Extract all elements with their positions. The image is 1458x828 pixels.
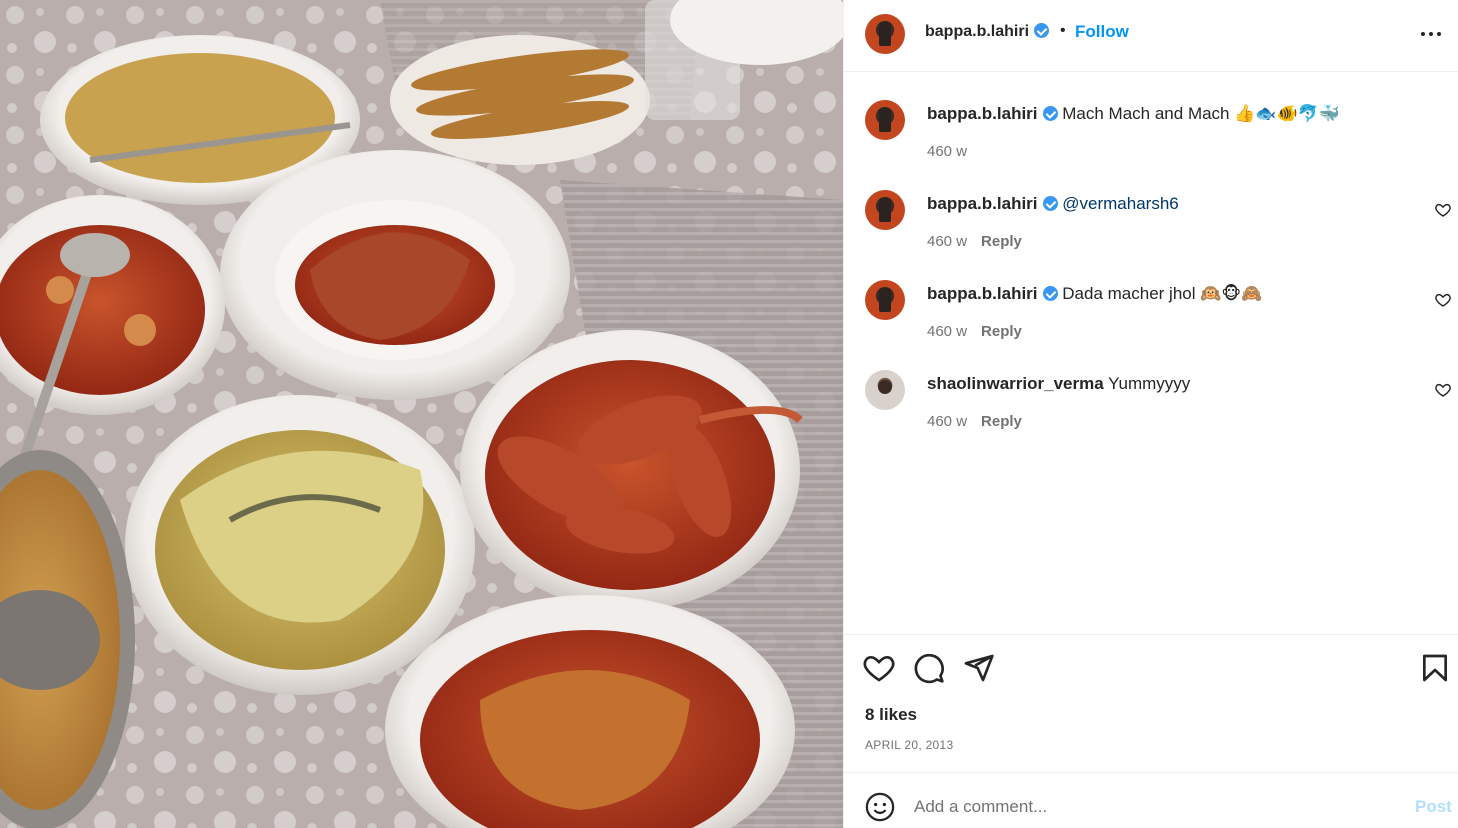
comment-text: Yummyyyy [1108, 374, 1191, 393]
comments-list: bappa.b.lahiri Mach Mach and Mach 👍🐟🐠🐬🐳 … [844, 72, 1458, 634]
author-username-text[interactable]: bappa.b.lahiri [925, 23, 1029, 40]
comment-meta: 460 w Reply [927, 413, 1022, 430]
reply-button[interactable]: Reply [981, 323, 1022, 340]
comment-username[interactable]: shaolinwarrior_verma [927, 374, 1104, 393]
verified-badge-icon [1034, 23, 1050, 38]
comment-meta: 460 w Reply [927, 233, 1022, 250]
comment-username[interactable]: bappa.b.lahiri [927, 104, 1038, 123]
post-header: bappa.b.lahiri • Follow [844, 0, 1458, 72]
commenter-avatar[interactable] [865, 370, 905, 410]
reply-button[interactable]: Reply [981, 233, 1022, 250]
commenter-avatar[interactable] [865, 100, 905, 140]
like-comment-heart-icon[interactable] [1435, 382, 1451, 398]
comment-mention-link[interactable]: @vermaharsh6 [1062, 194, 1178, 213]
comment-body: bappa.b.lahiri Dada macher jhol 🙉🐵🙈 [927, 283, 1407, 305]
add-comment-bar: Post [844, 772, 1458, 828]
comment-body: bappa.b.lahiri @vermaharsh6 [927, 193, 1407, 215]
post-comment-button[interactable]: Post [1415, 797, 1452, 817]
comment-meta: 460 w Reply [927, 323, 1022, 340]
comment-icon[interactable] [913, 652, 945, 684]
reply-button[interactable]: Reply [981, 413, 1022, 430]
comment-body: bappa.b.lahiri Mach Mach and Mach 👍🐟🐠🐬🐳 [927, 103, 1407, 125]
comment-text: Mach Mach and Mach 👍🐟🐠🐬🐳 [1062, 104, 1341, 123]
comment-username[interactable]: bappa.b.lahiri [927, 284, 1038, 303]
commenter-avatar[interactable] [865, 280, 905, 320]
more-options-icon[interactable] [1420, 24, 1446, 44]
bookmark-icon[interactable] [1419, 652, 1451, 684]
comment-time[interactable]: 460 w [927, 143, 967, 160]
like-comment-heart-icon[interactable] [1435, 292, 1451, 308]
commenter-avatar[interactable] [865, 190, 905, 230]
verified-badge-icon [1042, 196, 1058, 211]
comment-text: Dada macher jhol 🙉🐵🙈 [1062, 284, 1263, 303]
like-comment-heart-icon[interactable] [1435, 202, 1451, 218]
post-photo[interactable] [0, 0, 843, 828]
heart-icon[interactable] [863, 652, 895, 684]
follow-button[interactable]: Follow [1075, 22, 1129, 42]
comment-time[interactable]: 460 w [927, 413, 967, 430]
food-photo-illustration [0, 0, 843, 828]
post-date[interactable]: APRIL 20, 2013 [865, 738, 953, 752]
author-avatar[interactable] [865, 14, 905, 54]
verified-badge-icon [1042, 286, 1058, 301]
verified-badge-icon [1042, 106, 1058, 121]
comment-time[interactable]: 460 w [927, 323, 967, 340]
comment-time[interactable]: 460 w [927, 233, 967, 250]
add-comment-input[interactable] [914, 795, 1384, 819]
emoji-picker-icon[interactable] [865, 792, 895, 822]
separator-dot: • [1060, 22, 1066, 39]
share-icon[interactable] [963, 652, 995, 684]
comment-body: shaolinwarrior_verma Yummyyyy [927, 373, 1407, 395]
comment-meta: 460 w [927, 143, 967, 160]
likes-count[interactable]: 8 likes [865, 705, 917, 725]
post-details-panel: bappa.b.lahiri • Follow bappa.b.lahiri M… [843, 0, 1458, 828]
comment-username[interactable]: bappa.b.lahiri [927, 194, 1038, 213]
author-username[interactable]: bappa.b.lahiri [925, 23, 1050, 41]
post-actions: 8 likes APRIL 20, 2013 [844, 634, 1458, 772]
